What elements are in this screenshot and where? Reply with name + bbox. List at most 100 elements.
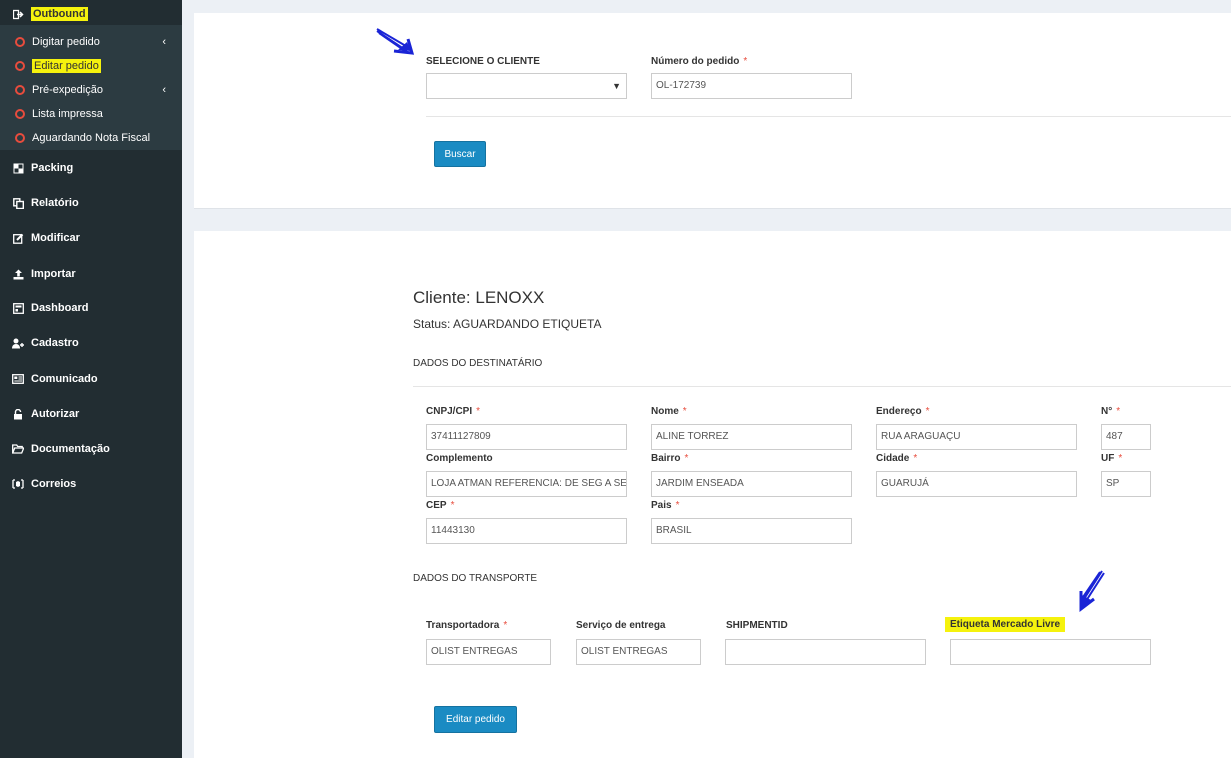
annotation-arrow-icon: [1079, 570, 1105, 613]
cep-input[interactable]: 11443130: [426, 518, 627, 544]
chevron-left-icon: ‹: [162, 84, 166, 96]
sidebar-subitem-label: Aguardando Nota Fiscal: [32, 132, 151, 144]
complemento-input[interactable]: LOJA ATMAN REFERENCIA: DE SEG A SEX: [426, 471, 627, 497]
sidebar-subitem-label: Pré-expedição: [32, 84, 103, 96]
circle-icon: [15, 109, 25, 119]
required-marker: *: [743, 56, 748, 67]
sidebar-subitem-aguardando-nota-fiscal[interactable]: Aguardando Nota Fiscal: [0, 128, 182, 148]
bairro-label: Bairro *: [651, 453, 689, 464]
sign-out-icon: [12, 8, 24, 20]
annotation-arrow-icon: [376, 28, 415, 55]
sidebar-item-label: Correios: [31, 478, 77, 490]
sidebar-item-importar[interactable]: Importar: [0, 262, 182, 286]
sidebar-item-label: Packing: [31, 162, 74, 174]
transportadora-label: Transportadora *: [426, 620, 508, 631]
sidebar-item-label: Dashboard: [31, 302, 89, 314]
chevron-left-icon: ‹: [162, 36, 166, 48]
divider: [426, 116, 1231, 117]
required-marker: *: [682, 406, 687, 417]
outbound-submenu: Digitar pedido ‹ Editar pedido Pré-exped…: [0, 25, 182, 150]
folder-open-icon: [12, 443, 24, 455]
sidebar-item-documentacao[interactable]: Documentação: [0, 437, 182, 461]
sidebar-item-label: Importar: [31, 268, 76, 280]
required-marker: *: [913, 453, 918, 464]
cidade-input[interactable]: GUARUJÁ: [876, 471, 1077, 497]
shipmentid-label: SHIPMENTID: [726, 620, 788, 631]
numero-input[interactable]: 487: [1101, 424, 1151, 450]
sidebar-item-outbound[interactable]: Outbound: [0, 2, 182, 26]
sidebar: Outbound Digitar pedido ‹ Editar pedido …: [0, 0, 182, 758]
sidebar-item-dashboard[interactable]: Dashboard: [0, 296, 182, 320]
client-select[interactable]: ▼: [426, 73, 627, 99]
sidebar-item-label: Outbound: [31, 7, 88, 21]
edit-order-button[interactable]: Editar pedido: [434, 706, 517, 733]
sidebar-item-comunicado[interactable]: Comunicado: [0, 367, 182, 391]
sidebar-item-label: Comunicado: [31, 373, 98, 385]
nome-input[interactable]: ALINE TORREZ: [651, 424, 852, 450]
upload-icon: [12, 268, 24, 280]
unlock-icon: [12, 408, 24, 420]
divider: [413, 386, 1231, 387]
required-marker: *: [503, 620, 508, 631]
bairro-input[interactable]: JARDIM ENSEADA: [651, 471, 852, 497]
required-marker: *: [925, 406, 930, 417]
servico-entrega-label: Serviço de entrega: [576, 620, 666, 631]
required-marker: *: [450, 500, 455, 511]
sidebar-item-label: Documentação: [31, 443, 110, 455]
sidebar-item-label: Autorizar: [31, 408, 80, 420]
transportadora-input[interactable]: OLIST ENTREGAS: [426, 639, 551, 665]
required-marker: *: [684, 453, 689, 464]
etiqueta-mercado-livre-label: Etiqueta Mercado Livre: [945, 617, 1066, 632]
sidebar-item-correios[interactable]: Correios: [0, 472, 182, 496]
sidebar-subitem-label: Editar pedido: [32, 59, 101, 73]
dashboard-icon: [12, 302, 24, 314]
user-add-icon: [12, 337, 24, 349]
client-title: Cliente: LENOXX: [413, 288, 545, 307]
required-marker: *: [476, 406, 481, 417]
nome-label: Nome *: [651, 406, 687, 417]
circle-icon: [15, 85, 25, 95]
newspaper-icon: [12, 373, 24, 385]
sidebar-item-cadastro[interactable]: Cadastro: [0, 331, 182, 355]
pais-label: Pais *: [651, 500, 680, 511]
sidebar-item-modificar[interactable]: Modificar: [0, 226, 182, 250]
sidebar-subitem-label: Lista impressa: [32, 108, 103, 120]
order-panel: Cliente: LENOXX Status: AGUARDANDO ETIQU…: [194, 231, 1231, 758]
caret-down-icon: ▼: [612, 81, 621, 91]
edit-icon: [12, 232, 24, 244]
search-panel: SELECIONE O CLIENTE ▼ Número do pedido * …: [194, 13, 1231, 209]
required-marker: *: [1116, 406, 1121, 417]
order-number-label: Número do pedido *: [651, 56, 748, 67]
etiqueta-mercado-livre-input[interactable]: [950, 639, 1151, 665]
endereco-input[interactable]: RUA ARAGUAÇU: [876, 424, 1077, 450]
circle-icon: [15, 37, 25, 47]
uf-input[interactable]: SP: [1101, 471, 1151, 497]
sidebar-subitem-editar-pedido[interactable]: Editar pedido: [0, 56, 182, 76]
sidebar-item-packing[interactable]: Packing: [0, 156, 182, 180]
servico-entrega-input[interactable]: OLIST ENTREGAS: [576, 639, 701, 665]
cnpj-input[interactable]: 37411127809: [426, 424, 627, 450]
sidebar-subitem-lista-impressa[interactable]: Lista impressa: [0, 104, 182, 124]
complemento-label: Complemento: [426, 453, 493, 464]
copy-icon: [12, 197, 24, 209]
circle-icon: [15, 61, 25, 71]
sidebar-item-relatorio[interactable]: Relatório: [0, 191, 182, 215]
recipient-section-title: DADOS DO DESTINATÁRIO: [413, 358, 543, 369]
packing-icon: [12, 162, 24, 174]
numero-label: N° *: [1101, 406, 1121, 417]
circle-icon: [15, 133, 25, 143]
search-button[interactable]: Buscar: [434, 141, 486, 167]
sidebar-subitem-label: Digitar pedido: [32, 36, 100, 48]
endereco-label: Endereço *: [876, 406, 930, 417]
sidebar-subitem-pre-expedicao[interactable]: Pré-expedição ‹: [0, 80, 182, 100]
order-number-input[interactable]: OL-172739: [651, 73, 852, 99]
sidebar-item-autorizar[interactable]: Autorizar: [0, 402, 182, 426]
shipmentid-input[interactable]: [725, 639, 926, 665]
sidebar-item-label: Modificar: [31, 232, 80, 244]
sidebar-item-label: Relatório: [31, 197, 79, 209]
sidebar-subitem-digitar-pedido[interactable]: Digitar pedido ‹: [0, 32, 182, 52]
cnpj-label: CNPJ/CPI *: [426, 406, 481, 417]
client-select-label: SELECIONE O CLIENTE: [426, 56, 540, 67]
pais-input[interactable]: BRASIL: [651, 518, 852, 544]
required-marker: *: [1118, 453, 1123, 464]
